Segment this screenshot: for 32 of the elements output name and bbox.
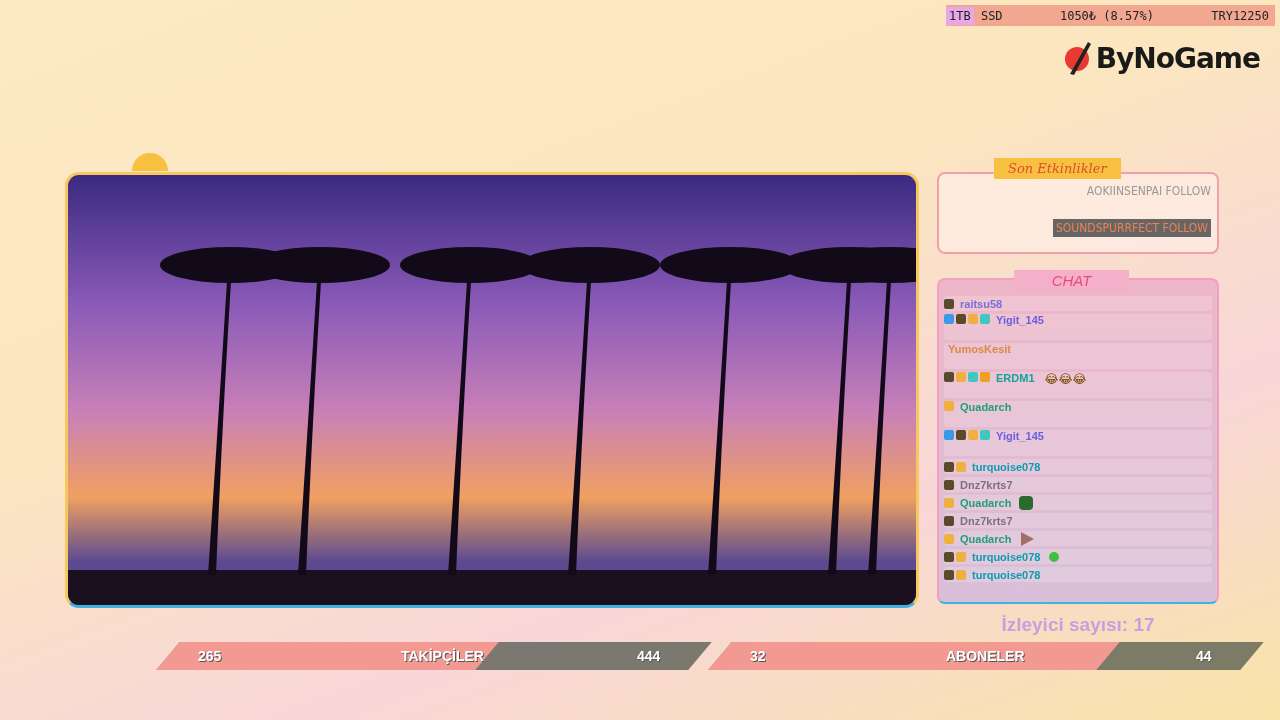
chat-username: Quadarch: [960, 496, 1012, 509]
goal-label: ABONELER: [945, 648, 1025, 664]
logo-text: ByNoGame: [1095, 41, 1260, 75]
chat-username: Quadarch: [960, 532, 1012, 545]
chat-username: Yigit_145: [996, 430, 1044, 442]
price: TRY12250: [1211, 8, 1269, 23]
viewer-count: İzleyici sayısı: 17: [1001, 614, 1155, 636]
chat-username: turquoise078: [972, 460, 1041, 473]
goal-current: 265: [198, 648, 222, 664]
pen-logo-icon: [1063, 40, 1094, 76]
chat-username: raitsu58: [960, 297, 1003, 310]
goal-target: 444: [636, 648, 660, 664]
chat-username: Dnz7krts7: [960, 514, 1013, 527]
goal-target: 44: [1196, 648, 1212, 664]
event-text: SOUNDSPURRFECT FOLLOW: [1053, 219, 1211, 237]
chat-username: ERDM1: [996, 372, 1035, 384]
chat-username: Yigit_145: [996, 314, 1044, 326]
price-change: 1050₺ (8.57%): [1059, 8, 1154, 23]
item-name: 1TB SSD: [946, 8, 1003, 23]
event-text: AOKIINSENPAI FOLLOW: [1086, 184, 1211, 198]
chat-username: YumosKesit: [948, 343, 1011, 355]
play-sticker-icon: [1019, 530, 1036, 547]
goal-label: TAKİPÇİLER: [401, 648, 485, 664]
chat-username: turquoise078: [972, 568, 1041, 581]
events-title: Son Etkinlikler: [994, 158, 1121, 179]
chat-username: Quadarch: [960, 401, 1012, 413]
chat-username: turquoise078: [972, 550, 1041, 563]
chat-title: CHAT: [1014, 270, 1129, 291]
chat-username: Dnz7krts7: [960, 478, 1013, 491]
chat-emotes: 😂😂😂: [1044, 372, 1087, 386]
goal-current: 32: [750, 648, 766, 664]
sun-drawing: [132, 153, 168, 171]
